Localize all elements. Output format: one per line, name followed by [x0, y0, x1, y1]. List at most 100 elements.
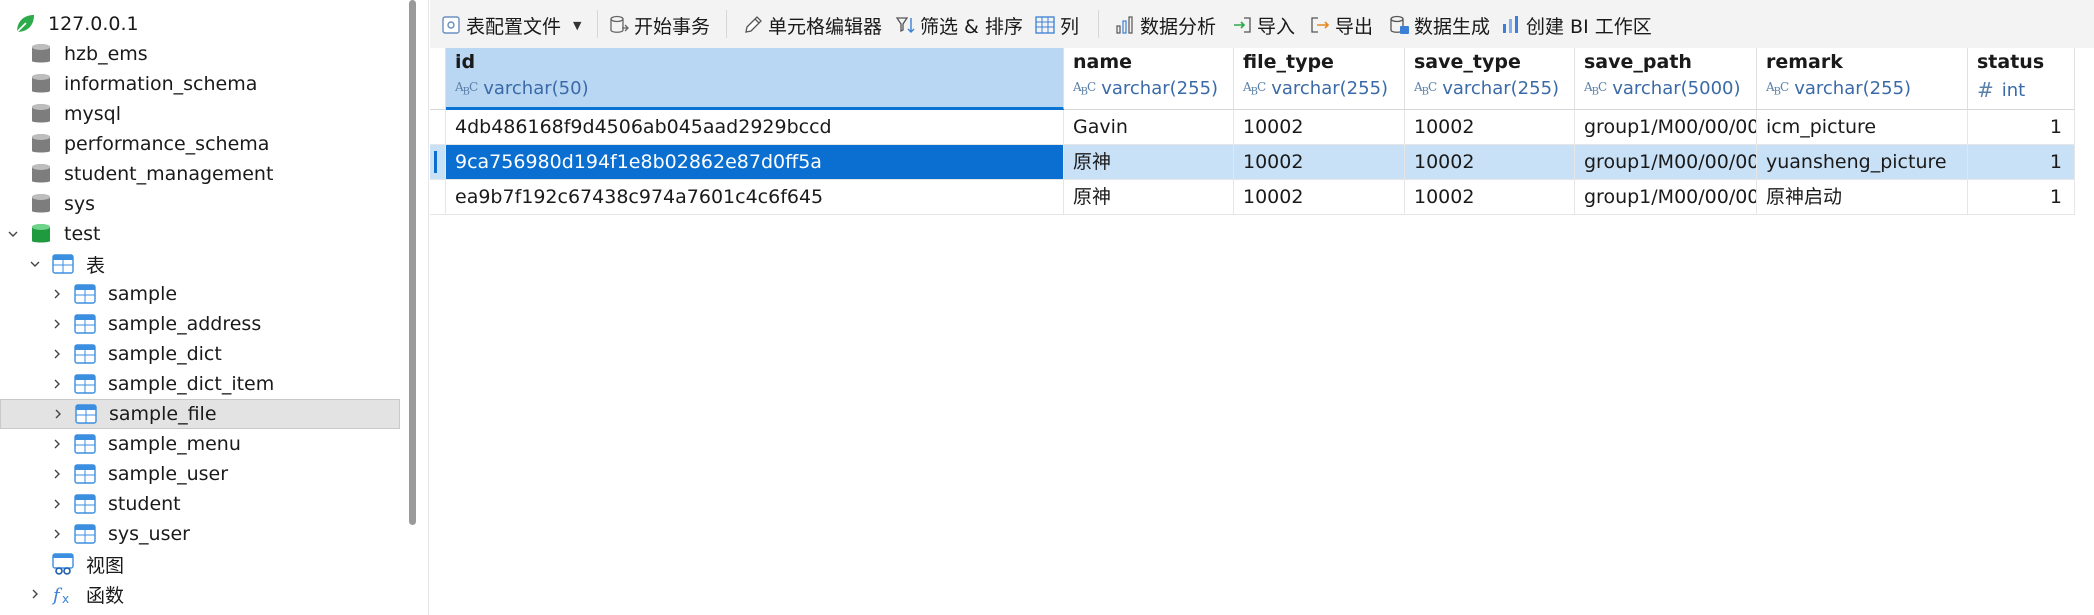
columns-button[interactable]: 列 [1034, 9, 1079, 41]
chevron-right-icon[interactable] [50, 437, 64, 451]
cell-editor-button[interactable]: 单元格编辑器 [742, 9, 882, 41]
table-cell[interactable]: 10002 [1234, 180, 1405, 215]
export-button[interactable]: 导出 [1309, 9, 1373, 41]
data-generation-button[interactable]: 数据生成 [1388, 9, 1490, 41]
functions-group-node[interactable]: fx 函数 [0, 579, 400, 609]
filter-sort-button[interactable]: 筛选 & 排序 [894, 9, 1023, 41]
table-cell[interactable]: ea9b7f192c67438c974a7601c4c6f645 [446, 180, 1064, 215]
table-cell[interactable]: 1 [1968, 145, 2075, 180]
table-cell[interactable]: 10002 [1405, 180, 1575, 215]
database-node[interactable]: hzb_ems [0, 39, 400, 69]
database-label: performance_schema [64, 133, 270, 155]
text-type-icon: ABC [1414, 79, 1437, 98]
chevron-right-icon[interactable] [50, 347, 64, 361]
tables-group-icon [50, 251, 76, 277]
bar-chart-icon [1116, 16, 1133, 34]
table-label: sys_user [108, 523, 190, 545]
row-marker[interactable] [430, 145, 446, 180]
views-group-node[interactable]: 视图 [0, 549, 400, 579]
table-cell[interactable]: 4db486168f9d4506ab045aad2929bccd [446, 110, 1064, 145]
column-header[interactable]: remark ABC varchar(255) [1757, 48, 1968, 110]
table-row[interactable]: 4db486168f9d4506ab045aad2929bccd Gavin 100… [430, 110, 2075, 145]
column-name: save_type [1414, 51, 1521, 73]
table-label: sample_address [108, 313, 262, 335]
database-node[interactable]: performance_schema [0, 129, 400, 159]
chevron-right-icon[interactable] [50, 317, 64, 331]
column-header[interactable]: status # int [1968, 48, 2075, 110]
data-grid[interactable]: id ABC varchar(50) name ABC varchar(255) file_… [430, 48, 2094, 615]
sidebar-scrollbar[interactable] [409, 0, 416, 525]
import-label: 导入 [1257, 15, 1296, 38]
import-button[interactable]: 导入 [1231, 9, 1295, 41]
table-node[interactable]: sample [0, 279, 400, 309]
column-name: name [1073, 51, 1133, 73]
table-cell[interactable]: yuansheng_picture [1757, 145, 1968, 180]
create-bi-workspace-button[interactable]: 创建 BI 工作区 [1500, 9, 1652, 41]
filter-sort-label: 筛选 & 排序 [920, 15, 1023, 38]
table-cell[interactable]: 9ca756980d194f1e8b02862e87d0ff5a [446, 145, 1064, 180]
database-node[interactable]: mysql [0, 99, 400, 129]
table-node[interactable]: sample_menu [0, 429, 400, 459]
connection-node[interactable]: 127.0.0.1 [0, 9, 400, 39]
table-config-button[interactable]: 表配置文件 ▼ [440, 9, 581, 41]
chevron-right-icon[interactable] [28, 587, 42, 601]
table-icon [72, 491, 98, 517]
begin-transaction-button[interactable]: 开始事务 [608, 9, 710, 41]
column-name: file_type [1243, 51, 1334, 73]
table-cell[interactable]: icm_picture [1757, 110, 1968, 145]
chevron-down-icon[interactable] [6, 227, 20, 241]
create-bi-workspace-label: 创建 BI 工作区 [1526, 15, 1652, 38]
table-node[interactable]: sample_file [0, 399, 400, 429]
table-node[interactable]: sample_dict [0, 339, 400, 369]
table-label: sample_dict_item [108, 373, 275, 395]
table-cell[interactable]: 10002 [1405, 145, 1575, 180]
column-header[interactable]: save_path ABC varchar(5000) [1575, 48, 1757, 110]
database-node[interactable]: student_management [0, 159, 400, 189]
chevron-right-icon[interactable] [51, 407, 65, 421]
column-header[interactable]: id ABC varchar(50) [446, 48, 1064, 110]
chevron-right-icon[interactable] [50, 497, 64, 511]
table-node[interactable]: sys_user [0, 519, 400, 549]
toolbar-separator [726, 10, 727, 38]
column-header[interactable]: name ABC varchar(255) [1064, 48, 1234, 110]
columns-grid-icon [1035, 16, 1055, 34]
table-cell[interactable]: group1/M00/00/00 [1575, 110, 1757, 145]
table-cell[interactable]: 10002 [1234, 110, 1405, 145]
navigator-sidebar: 127.0.0.1 hzb_ems information_schema mysql… [0, 0, 401, 615]
table-node[interactable]: sample_dict_item [0, 369, 400, 399]
table-cell[interactable]: 原神启动 [1757, 180, 1968, 215]
table-node[interactable]: student [0, 489, 400, 519]
table-cell[interactable]: 1 [1968, 110, 2075, 145]
table-row[interactable]: ea9b7f192c67438c974a7601c4c6f645 原神 10002 1… [430, 180, 2075, 215]
database-label: test [64, 223, 101, 245]
chevron-right-icon[interactable] [50, 377, 64, 391]
table-cell[interactable]: 10002 [1234, 145, 1405, 180]
database-node[interactable]: sys [0, 189, 400, 219]
database-node-test[interactable]: test [0, 219, 400, 249]
table-cell[interactable]: 1 [1968, 180, 2075, 215]
table-cell[interactable]: Gavin [1064, 110, 1234, 145]
caret-down-icon[interactable]: ▼ [573, 19, 581, 32]
chevron-right-icon[interactable] [50, 467, 64, 481]
database-active-icon [28, 221, 54, 247]
database-node[interactable]: information_schema [0, 69, 400, 99]
chevron-right-icon[interactable] [50, 287, 64, 301]
table-node[interactable]: sample_user [0, 459, 400, 489]
table-cell[interactable]: group1/M00/00/00 [1575, 180, 1757, 215]
column-header[interactable]: save_type ABC varchar(255) [1405, 48, 1575, 110]
table-cell[interactable]: 原神 [1064, 180, 1234, 215]
table-cell[interactable]: 10002 [1405, 110, 1575, 145]
row-marker[interactable] [430, 180, 446, 215]
tables-group-node[interactable]: 表 [0, 249, 400, 279]
table-row[interactable]: 9ca756980d194f1e8b02862e87d0ff5a 原神 10002 1… [430, 145, 2075, 180]
table-node[interactable]: sample_address [0, 309, 400, 339]
functions-group-label: 函数 [86, 584, 125, 607]
table-cell[interactable]: group1/M00/00/00 [1575, 145, 1757, 180]
chevron-right-icon[interactable] [50, 527, 64, 541]
column-header[interactable]: file_type ABC varchar(255) [1234, 48, 1405, 110]
row-marker[interactable] [430, 110, 446, 145]
column-name: save_path [1584, 51, 1692, 73]
data-analysis-button[interactable]: 数据分析 [1114, 9, 1216, 41]
chevron-down-icon[interactable] [28, 257, 42, 271]
table-cell[interactable]: 原神 [1064, 145, 1234, 180]
